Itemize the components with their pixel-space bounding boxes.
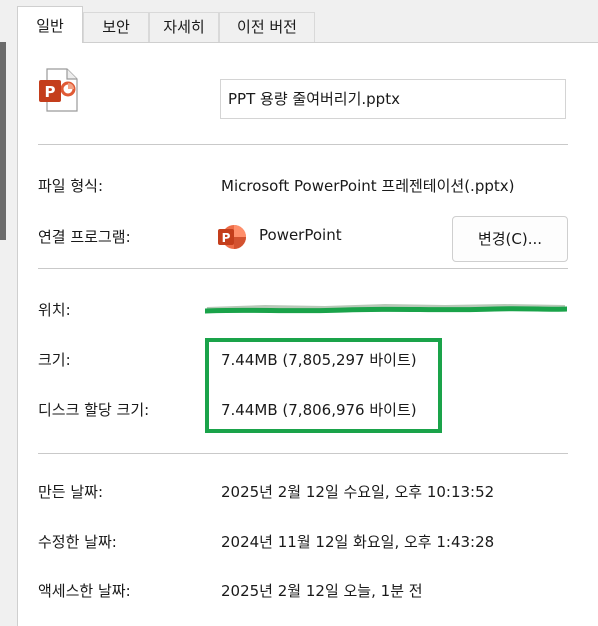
svg-text:P: P	[222, 231, 231, 245]
powerpoint-file-icon: P	[37, 67, 81, 113]
modified-label: 수정한 날짜:	[38, 533, 117, 551]
separator-1	[38, 144, 568, 145]
modified-value: 2024년 11월 12일 화요일, 오후 1:43:28	[221, 533, 495, 551]
powerpoint-app-icon: P	[217, 222, 247, 252]
separator-3	[38, 453, 568, 454]
created-label: 만든 날짜:	[38, 483, 104, 501]
accessed-value: 2025년 2월 12일 오늘, 1분 전	[221, 582, 423, 600]
opens-with-app: PowerPoint	[259, 226, 342, 244]
location-redaction	[205, 300, 567, 316]
size-on-disk-label: 디스크 할당 크기:	[38, 401, 150, 419]
tab-general[interactable]: 일반	[17, 6, 83, 43]
separator-2	[38, 268, 568, 269]
tab-security[interactable]: 보안	[83, 12, 149, 42]
tab-strip: 일반 보안 자세히 이전 버전	[0, 0, 598, 43]
file-type-label: 파일 형식:	[38, 177, 104, 195]
tab-previous-versions[interactable]: 이전 버전	[219, 12, 315, 42]
filename-input[interactable]: PPT 용량 줄여버리기.pptx	[220, 79, 566, 119]
location-label: 위치:	[38, 301, 71, 319]
window-edge	[0, 40, 6, 240]
tab-details[interactable]: 자세히	[149, 12, 219, 42]
opens-with-label: 연결 프로그램:	[38, 228, 131, 246]
size-label: 크기:	[38, 351, 71, 369]
change-button[interactable]: 변경(C)...	[452, 216, 568, 262]
accessed-label: 액세스한 날짜:	[38, 582, 131, 600]
created-value: 2025년 2월 12일 수요일, 오후 10:13:52	[221, 483, 495, 501]
svg-text:P: P	[45, 83, 56, 101]
file-type-value: Microsoft PowerPoint 프레젠테이션(.pptx)	[221, 177, 515, 195]
size-highlight-box	[205, 338, 442, 433]
